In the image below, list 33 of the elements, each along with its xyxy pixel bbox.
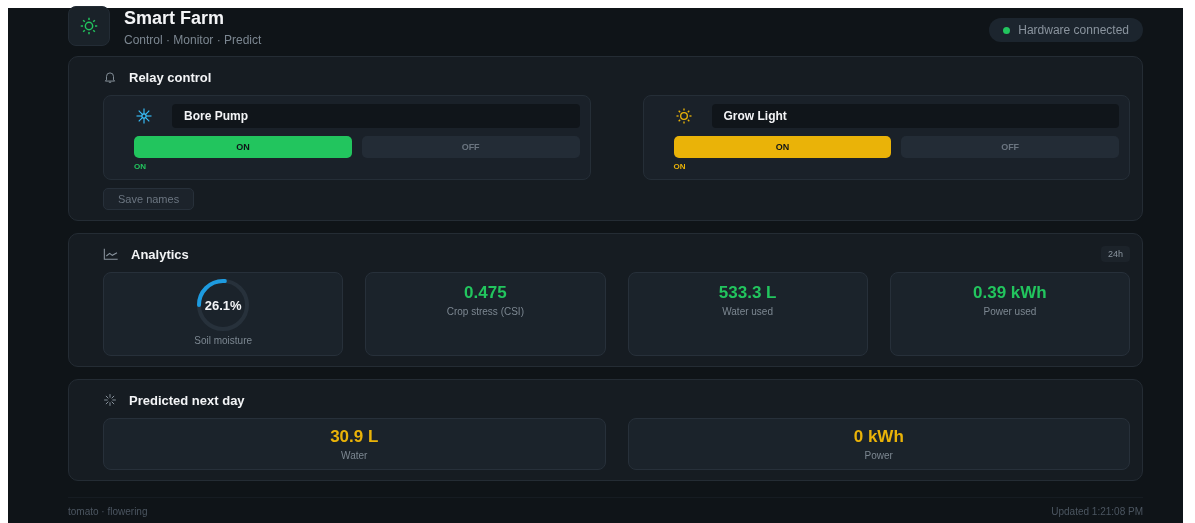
range-badge: 24h [1100, 246, 1130, 262]
prediction-label: Water [341, 450, 368, 461]
bell-icon [103, 70, 117, 84]
panel-title: Predicted next day [129, 392, 245, 408]
panel-title: Relay control [129, 69, 212, 85]
updated-time: Updated 1:21:08 PM [1051, 506, 1143, 517]
on-button[interactable]: ON [134, 136, 352, 158]
on-button[interactable]: ON [673, 136, 892, 158]
crop-info: tomato · flowering [68, 506, 148, 517]
stat-label: Water used [722, 306, 773, 317]
stat-label: Power used [983, 306, 1037, 317]
prediction-value: 30.9 L [330, 427, 379, 447]
stat-value: 0.475 [464, 283, 507, 303]
app-subtitle: Control · Monitor · Predict [124, 33, 262, 47]
gauge-value: 26.1% [204, 297, 242, 313]
moisture-gauge [195, 277, 252, 333]
stat-value: 533.3 L [718, 283, 777, 303]
sun-icon [78, 15, 100, 37]
stat-label: Crop stress (CSI) [446, 306, 524, 317]
name-field[interactable]: Bore Pump [172, 104, 580, 128]
status-label: Hardware connected [1018, 23, 1129, 37]
prediction-value: 0 kWh [853, 427, 904, 447]
panel-title: Analytics [131, 246, 189, 262]
app-title: Smart Farm [124, 8, 226, 29]
relay-state: ON [673, 162, 687, 171]
sparkle-icon [103, 393, 117, 407]
line-chart-icon [103, 248, 119, 260]
prediction-label: Power [864, 450, 893, 461]
name-field[interactable]: Grow Light [711, 104, 1119, 128]
stat-value: 0.39 kWh [973, 283, 1047, 303]
relay-state: ON [134, 162, 147, 171]
stat-label: Soil moisture [194, 335, 253, 346]
snowflake-icon [134, 106, 154, 126]
